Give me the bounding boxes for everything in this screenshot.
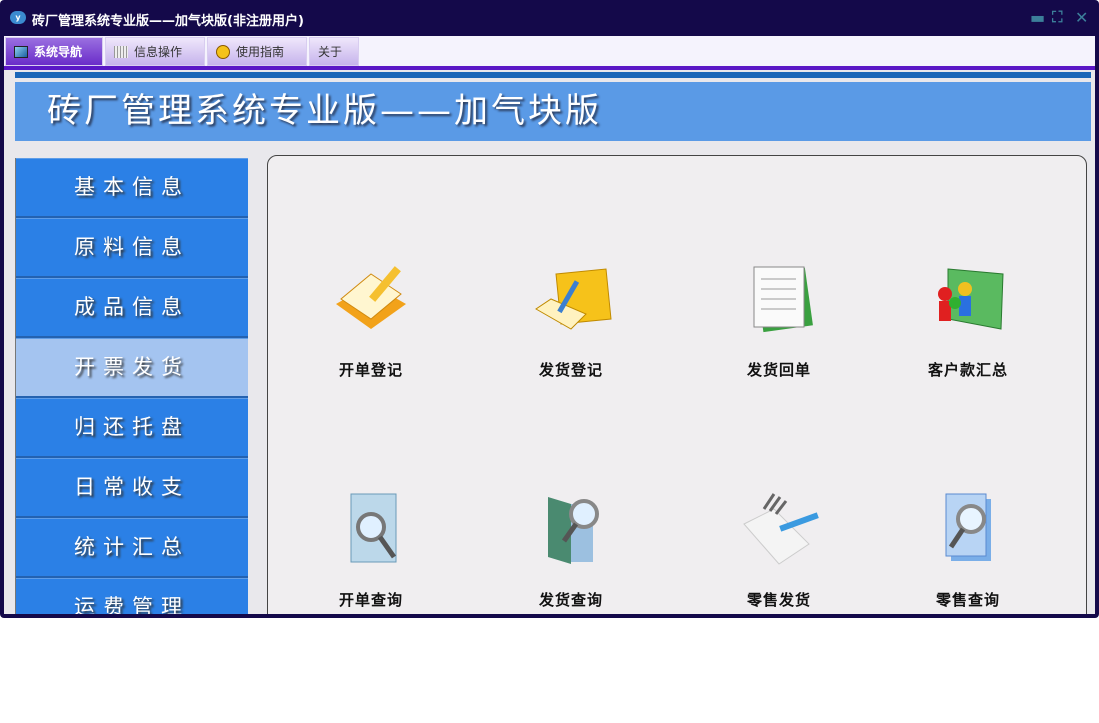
tile-label: 零售发货 xyxy=(746,591,811,609)
banner-stripe xyxy=(15,72,1091,78)
files-search-icon xyxy=(945,493,991,561)
tile-shipping-register[interactable]: 发货登记 xyxy=(501,259,641,380)
tile-retail-query[interactable]: 零售查询 xyxy=(898,489,1038,610)
minimize-icon[interactable]: ▬ xyxy=(1030,8,1045,27)
close-icon[interactable]: ✕ xyxy=(1075,8,1088,27)
grid-icon xyxy=(114,45,128,58)
tab-label: 使用指南 xyxy=(236,45,285,59)
help-icon xyxy=(216,44,230,59)
paper-pen-icon xyxy=(743,493,819,565)
tile-order-query[interactable]: 开单查询 xyxy=(301,489,441,610)
folder-pen-icon xyxy=(535,268,612,330)
tab-label: 系统导航 xyxy=(34,45,83,59)
sidebar-item-product-info[interactable]: 成品信息 xyxy=(16,278,248,338)
sidebar-item-invoice-shipping[interactable]: 开票发货 xyxy=(16,338,248,398)
tab-info-ops[interactable]: 信息操作 xyxy=(105,37,205,66)
sidebar-item-daily-finance[interactable]: 日常收支 xyxy=(16,458,248,518)
sidebar: 基本信息 原料信息 成品信息 开票发货 归还托盘 日常收支 统计汇总 运费管理 xyxy=(15,158,248,614)
tile-label: 开单登记 xyxy=(338,361,403,379)
main-panel: 开单登记 发货登记 发货回单 客户款汇总 开单查询 发货查询 零售发货 零售查询 xyxy=(267,155,1087,614)
tab-system-nav[interactable]: 系统导航 xyxy=(5,37,103,66)
customers-folder-icon xyxy=(938,268,1004,330)
client-area: 系统导航 信息操作 使用指南 关于 砖厂管理系统专业版——加气块版 基本信息 原… xyxy=(4,36,1095,614)
book-search-icon xyxy=(548,497,599,564)
app-logo-icon: y xyxy=(10,11,26,24)
tile-shipping-receipt[interactable]: 发货回单 xyxy=(709,259,849,380)
sidebar-item-basic-info[interactable]: 基本信息 xyxy=(16,158,248,218)
sidebar-item-material-info[interactable]: 原料信息 xyxy=(16,218,248,278)
notebook-pencil-icon xyxy=(336,266,406,329)
sidebar-item-statistics[interactable]: 统计汇总 xyxy=(16,518,248,578)
sidebar-item-return-pallet[interactable]: 归还托盘 xyxy=(16,398,248,458)
tab-user-guide[interactable]: 使用指南 xyxy=(207,37,307,66)
tile-label: 客户款汇总 xyxy=(927,361,1008,379)
tile-customer-payments[interactable]: 客户款汇总 xyxy=(898,259,1038,380)
tile-label: 发货登记 xyxy=(538,361,603,379)
document-search-icon xyxy=(350,493,397,563)
banner-title: 砖厂管理系统专业版——加气块版 xyxy=(15,82,1091,141)
tile-label: 开单查询 xyxy=(338,591,403,609)
tab-label: 信息操作 xyxy=(134,45,183,59)
title-bar: y 砖厂管理系统专业版——加气块版(非注册用户) ▬ ⛶ ✕ xyxy=(0,0,1099,36)
tab-divider xyxy=(4,66,1095,70)
tile-shipping-query[interactable]: 发货查询 xyxy=(501,489,641,610)
tile-label: 发货回单 xyxy=(746,361,811,379)
tab-bar: 系统导航 信息操作 使用指南 关于 xyxy=(4,36,1095,66)
tile-label: 发货查询 xyxy=(538,591,603,609)
tile-label: 零售查询 xyxy=(935,591,1000,609)
window-title: 砖厂管理系统专业版——加气块版(非注册用户) xyxy=(32,14,304,29)
documents-icon xyxy=(753,266,813,333)
tile-order-register[interactable]: 开单登记 xyxy=(301,259,441,380)
tab-label: 关于 xyxy=(318,45,343,59)
tile-retail-shipping[interactable]: 零售发货 xyxy=(709,489,849,610)
monitor-icon xyxy=(14,45,28,58)
restore-icon[interactable]: ⛶ xyxy=(1052,8,1063,26)
sidebar-item-freight[interactable]: 运费管理 xyxy=(16,578,248,614)
tab-about[interactable]: 关于 xyxy=(309,37,359,66)
app-window: y 砖厂管理系统专业版——加气块版(非注册用户) ▬ ⛶ ✕ 系统导航 信息操作… xyxy=(0,0,1099,618)
